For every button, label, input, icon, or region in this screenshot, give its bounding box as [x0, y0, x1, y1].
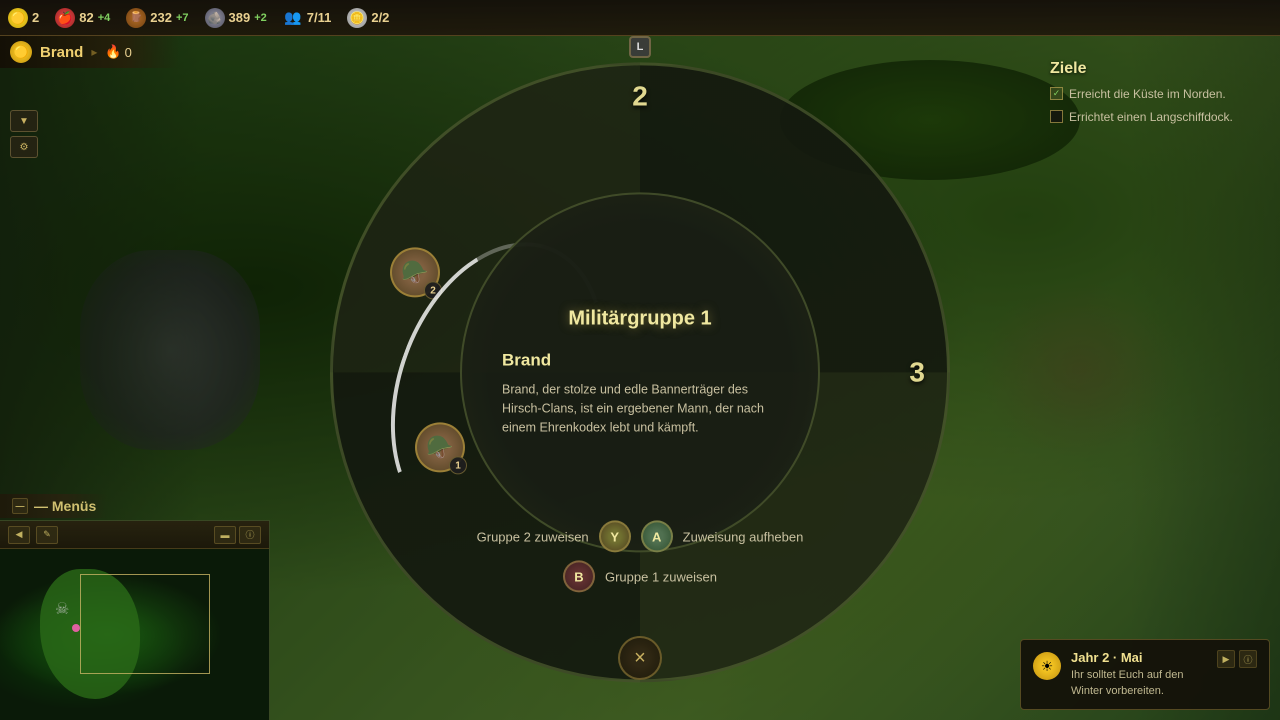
- ring-number-2: 2: [632, 80, 648, 112]
- season-icon: ☀: [1033, 652, 1061, 680]
- unassign-label: Zuweisung aufheben: [683, 529, 804, 544]
- unit-badge-1: 2: [424, 281, 442, 299]
- stone-plus: +2: [254, 12, 267, 24]
- minimap-left-nav[interactable]: ◀: [8, 526, 30, 544]
- season-title: Jahr 2 · Mai: [1071, 650, 1207, 665]
- resource-people: 👥 7/11: [283, 8, 332, 28]
- btn-a[interactable]: A: [641, 520, 673, 552]
- resource-bar: 🟡 2 🍎 82 +4 🪵 232 +7 🪨 389 +2 👥 7/11 🪙 2…: [0, 0, 1280, 36]
- stone-icon: 🪨: [205, 8, 225, 28]
- score-value: 0: [125, 45, 132, 60]
- season-text: Jahr 2 · Mai Ihr solltet Euch auf den Wi…: [1071, 650, 1207, 699]
- objective-item-2: Errichtet einen Langschiffdock.: [1050, 109, 1270, 126]
- objective-checkbox-1[interactable]: [1050, 87, 1063, 100]
- objective-text-2: Errichtet einen Langschiffdock.: [1069, 109, 1233, 126]
- food-value: 82: [79, 10, 93, 25]
- wood-icon: 🪵: [126, 8, 146, 28]
- dialog-title: Militärgruppe 1: [492, 308, 788, 331]
- l-shortcut-button[interactable]: L: [629, 36, 651, 58]
- action-row-2: B Gruppe 1 zuweisen: [563, 560, 717, 592]
- btn-b[interactable]: B: [563, 560, 595, 592]
- season-notification: ☀ Jahr 2 · Mai Ihr solltet Euch auf den …: [1020, 639, 1270, 710]
- player-icon: 🟡: [10, 41, 32, 63]
- season-description: Ihr solltet Euch auf den Winter vorberei…: [1071, 668, 1207, 699]
- wood-plus: +7: [176, 12, 189, 24]
- assign-group1-label: Gruppe 1 zuweisen: [605, 569, 717, 584]
- resource-gold: 🟡 2: [8, 8, 39, 28]
- player-separator: ▸: [91, 45, 97, 59]
- objectives-title: Ziele: [1050, 60, 1270, 78]
- objective-checkbox-2[interactable]: [1050, 110, 1063, 123]
- minimap-viewport: [80, 574, 210, 674]
- season-info-btn[interactable]: ⓘ: [1239, 650, 1257, 668]
- character-name: Brand: [492, 351, 788, 371]
- minimap-skull-icon: ☠: [55, 599, 69, 619]
- wood-value: 232: [150, 10, 172, 25]
- objectives-panel: Ziele Erreicht die Küste im Norden. Erri…: [1050, 60, 1270, 132]
- objective-text-1: Erreicht die Küste im Norden.: [1069, 86, 1226, 103]
- btn-y[interactable]: Y: [599, 520, 631, 552]
- player-bar: 🟡 Brand ▸ 🔥 0: [0, 36, 180, 68]
- minimap-marker: [72, 624, 80, 632]
- dropdown-btn[interactable]: ▼: [10, 110, 38, 132]
- menus-expand-icon[interactable]: —: [12, 498, 28, 514]
- action-buttons: Gruppe 2 zuweisen Y A Zuweisung aufheben…: [465, 520, 815, 592]
- minimap: ◀ ✎ ▬ ⓘ ☠: [0, 520, 270, 720]
- unit-badge-2: 1: [449, 456, 467, 474]
- coin-icon: 🪙: [347, 8, 367, 28]
- score-icon: 🔥: [105, 44, 121, 60]
- close-dialog-button[interactable]: ×: [618, 636, 662, 680]
- people-value: 7/11: [307, 10, 332, 25]
- dialog-outer-ring: 2 3 🪖 2 🪖 1 Militärgruppe 1 Brand Brand,…: [330, 62, 950, 682]
- player-name: Brand: [40, 44, 83, 61]
- objective-item-1: Erreicht die Küste im Norden.: [1050, 86, 1270, 103]
- coins-value: 2/2: [371, 10, 389, 25]
- character-description: Brand, der stolze und edle Bannerträger …: [492, 381, 788, 437]
- stone-value: 389: [229, 10, 251, 25]
- menus-title: — Menüs: [34, 498, 96, 514]
- gold-value: 2: [32, 10, 39, 25]
- resource-stone: 🪨 389 +2: [205, 8, 267, 28]
- settings-btn[interactable]: ⚙: [10, 136, 38, 158]
- dialog-center: Militärgruppe 1 Brand Brand, der stolze …: [460, 192, 820, 552]
- resource-coins: 🪙 2/2: [347, 8, 389, 28]
- food-icon: 🍎: [55, 8, 75, 28]
- minimap-pencil[interactable]: ✎: [36, 526, 58, 544]
- people-icon: 👥: [283, 8, 303, 28]
- minimap-controls: ▬ ⓘ: [214, 526, 261, 544]
- minimap-canvas: ☠: [0, 549, 269, 720]
- ring-number-3: 3: [909, 356, 925, 388]
- menus-section: — — Menüs: [0, 494, 108, 518]
- minimap-info[interactable]: ⓘ: [239, 526, 261, 544]
- season-next-btn[interactable]: ▶: [1217, 650, 1235, 668]
- resource-food: 🍎 82 +4: [55, 8, 110, 28]
- player-score: 🔥 0: [105, 44, 131, 60]
- unit-avatar-2[interactable]: 🪖 1: [415, 422, 465, 472]
- military-group-dialog: 2 3 🪖 2 🪖 1 Militärgruppe 1 Brand Brand,…: [330, 62, 950, 682]
- minimap-header: ◀ ✎ ▬ ⓘ: [0, 521, 269, 549]
- action-row-1: Gruppe 2 zuweisen Y A Zuweisung aufheben: [477, 520, 804, 552]
- top-controls: ▼ ⚙: [10, 110, 38, 158]
- season-nav: ▶ ⓘ: [1217, 650, 1257, 668]
- resource-wood: 🪵 232 +7: [126, 8, 188, 28]
- unit-avatar-1[interactable]: 🪖 2: [390, 247, 440, 297]
- gold-icon: 🟡: [8, 8, 28, 28]
- minimap-minimize[interactable]: ▬: [214, 526, 236, 544]
- assign-group2-label: Gruppe 2 zuweisen: [477, 529, 589, 544]
- food-plus: +4: [98, 12, 111, 24]
